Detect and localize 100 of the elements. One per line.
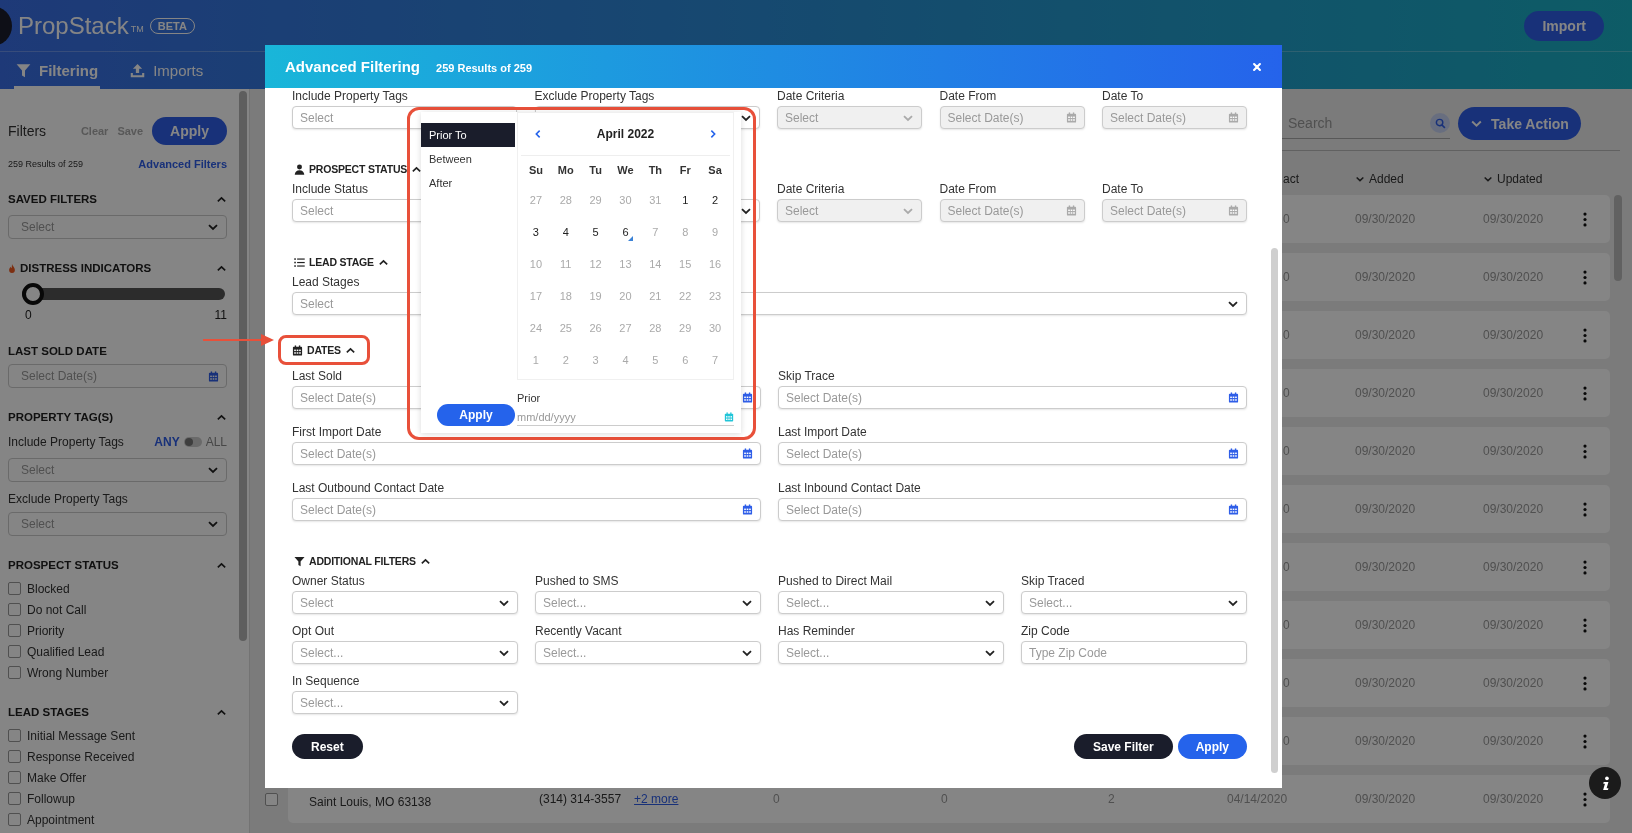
date-field[interactable]: Select Date(s) bbox=[292, 442, 761, 465]
apply-button[interactable]: Apply bbox=[152, 117, 227, 145]
section-heading: PROPERTY TAG(S) bbox=[8, 411, 113, 423]
field-label: First Import Date bbox=[292, 425, 382, 439]
option-label: ANY bbox=[154, 435, 180, 449]
field-label: Last Inbound Contact Date bbox=[778, 481, 921, 495]
field-label: Exclude Property Tags bbox=[8, 492, 129, 506]
advanced-filters-link[interactable]: Advanced Filters bbox=[138, 158, 227, 170]
field-label: Date To bbox=[1102, 89, 1144, 103]
select-field[interactable]: Select... bbox=[778, 641, 1004, 664]
section-heading: PROSPECT STATUS bbox=[309, 163, 408, 175]
select-field[interactable]: Select... bbox=[292, 641, 518, 664]
field-label: Date To bbox=[1102, 182, 1144, 196]
column-header[interactable]: Added bbox=[1355, 172, 1483, 186]
weekday-label: Sa bbox=[707, 163, 723, 178]
section-heading: SAVED FILTERS bbox=[8, 193, 98, 205]
field-label: Zip Code bbox=[1021, 624, 1070, 638]
results-count: 259 Results of 259 bbox=[436, 61, 533, 74]
range-option[interactable]: Between bbox=[421, 147, 515, 171]
date-field[interactable]: Select Date(s) bbox=[778, 442, 1247, 465]
select-field[interactable]: Select... bbox=[535, 591, 761, 614]
weekday-label: Mo bbox=[556, 163, 575, 178]
select-field[interactable]: Select... bbox=[292, 691, 518, 714]
apply-button[interactable]: Apply bbox=[1177, 734, 1247, 759]
field-label: Date Criteria bbox=[777, 182, 845, 196]
checkbox-label: Appointment bbox=[27, 812, 95, 827]
section-heading: LEAD STAGE bbox=[309, 256, 374, 268]
checkbox-label: Priority bbox=[27, 623, 65, 638]
results-count: 259 Results of 259 bbox=[8, 159, 84, 169]
field-label: Recently Vacant bbox=[535, 624, 622, 638]
field-label: Exclude Property Tags bbox=[534, 89, 655, 103]
logo-text: PropStack bbox=[18, 11, 129, 40]
checkbox-label: Blocked bbox=[27, 581, 70, 596]
field-label: Include Property Tags bbox=[292, 89, 408, 103]
checkbox-label: Response Received bbox=[27, 749, 135, 764]
select-field[interactable]: Select... bbox=[1021, 591, 1247, 614]
date-field[interactable]: Select Date(s) bbox=[292, 498, 761, 521]
section-heading: LAST SOLD DATE bbox=[8, 345, 107, 357]
checkbox-label: Wrong Number bbox=[27, 665, 109, 680]
weekday-label: Th bbox=[647, 163, 664, 178]
section-heading: ADDITIONAL FILTERS bbox=[309, 555, 416, 567]
checkbox-label: Followup bbox=[27, 791, 76, 806]
weekday-label: Fr bbox=[678, 163, 692, 178]
checkbox-label: Qualified Lead bbox=[27, 644, 105, 659]
trademark: TM bbox=[130, 23, 144, 34]
slider-max-label: 11 bbox=[214, 308, 227, 322]
save-filter-button[interactable]: Save Filter bbox=[1073, 734, 1173, 759]
checkbox-label: Initial Message Sent bbox=[27, 728, 136, 743]
calendar-day[interactable]: 6 bbox=[610, 216, 641, 248]
field-label: Lead Stages bbox=[292, 275, 360, 289]
panel-title: Filters bbox=[8, 123, 48, 139]
select-field[interactable]: Select... bbox=[535, 641, 761, 664]
apply-button[interactable]: Apply bbox=[437, 404, 515, 426]
table-cell: Saint Louis, MO 63138 bbox=[309, 795, 432, 809]
section-heading: DISTRESS INDICATORS bbox=[20, 262, 152, 274]
column-header[interactable]: Updated bbox=[1483, 172, 1583, 186]
field-label: In Sequence bbox=[292, 674, 360, 688]
date-input[interactable]: mm/dd/yyyy bbox=[517, 408, 734, 426]
take-action-button[interactable]: Take Action bbox=[1458, 107, 1581, 140]
nav-tab[interactable]: Imports bbox=[128, 52, 206, 89]
slider-min-label: 0 bbox=[25, 308, 32, 322]
modal-title: Advanced Filtering bbox=[285, 58, 421, 75]
field-label: Date From bbox=[939, 182, 997, 196]
section-heading: DATES bbox=[307, 344, 341, 356]
range-option[interactable]: After bbox=[421, 171, 515, 195]
calendar-day[interactable]: 1 bbox=[670, 184, 701, 216]
field-label: Last Import Date bbox=[778, 425, 867, 439]
select-field[interactable]: Select bbox=[292, 591, 518, 614]
field-label: Skip Traced bbox=[1021, 574, 1085, 588]
calendar-day[interactable]: 5 bbox=[580, 216, 611, 248]
section-heading: PROSPECT STATUS bbox=[8, 559, 119, 571]
select-field[interactable]: Select... bbox=[778, 591, 1004, 614]
range-option[interactable]: Prior To bbox=[421, 123, 515, 147]
field-label: Last Outbound Contact Date bbox=[292, 481, 445, 495]
more-link[interactable]: +2 more bbox=[634, 792, 679, 806]
field-label: Prior bbox=[517, 392, 542, 404]
weekday-label: Su bbox=[527, 163, 544, 178]
text-field[interactable]: Type Zip Code bbox=[1021, 641, 1247, 664]
field-label: Opt Out bbox=[292, 624, 335, 638]
table-cell: (314) 314-3557 bbox=[539, 792, 622, 806]
weekday-label: We bbox=[616, 163, 635, 178]
field-label: Pushed to Direct Mail bbox=[778, 574, 893, 588]
calendar-day[interactable]: 3 bbox=[521, 216, 551, 248]
field-label: Date Criteria bbox=[777, 89, 845, 103]
import-button[interactable]: Import bbox=[1524, 10, 1604, 41]
field-label: Pushed to SMS bbox=[535, 574, 619, 588]
field-label: Include Status bbox=[292, 182, 369, 196]
field-label: Include Property Tags bbox=[8, 435, 124, 449]
field-label: Owner Status bbox=[292, 574, 365, 588]
month-title: April 2022 bbox=[596, 127, 655, 141]
date-field[interactable]: Select Date(s) bbox=[778, 386, 1247, 409]
field-label: Has Reminder bbox=[778, 624, 855, 638]
calendar-day[interactable]: 2 bbox=[700, 184, 730, 216]
weekday-label: Tu bbox=[588, 163, 603, 178]
field-label: Date From bbox=[939, 89, 997, 103]
field-label: Last Sold bbox=[292, 369, 343, 383]
date-field[interactable]: Select Date(s) bbox=[778, 498, 1247, 521]
calendar-day[interactable]: 4 bbox=[550, 216, 581, 248]
reset-button[interactable]: Reset bbox=[292, 734, 363, 759]
field-label: Skip Trace bbox=[778, 369, 835, 383]
